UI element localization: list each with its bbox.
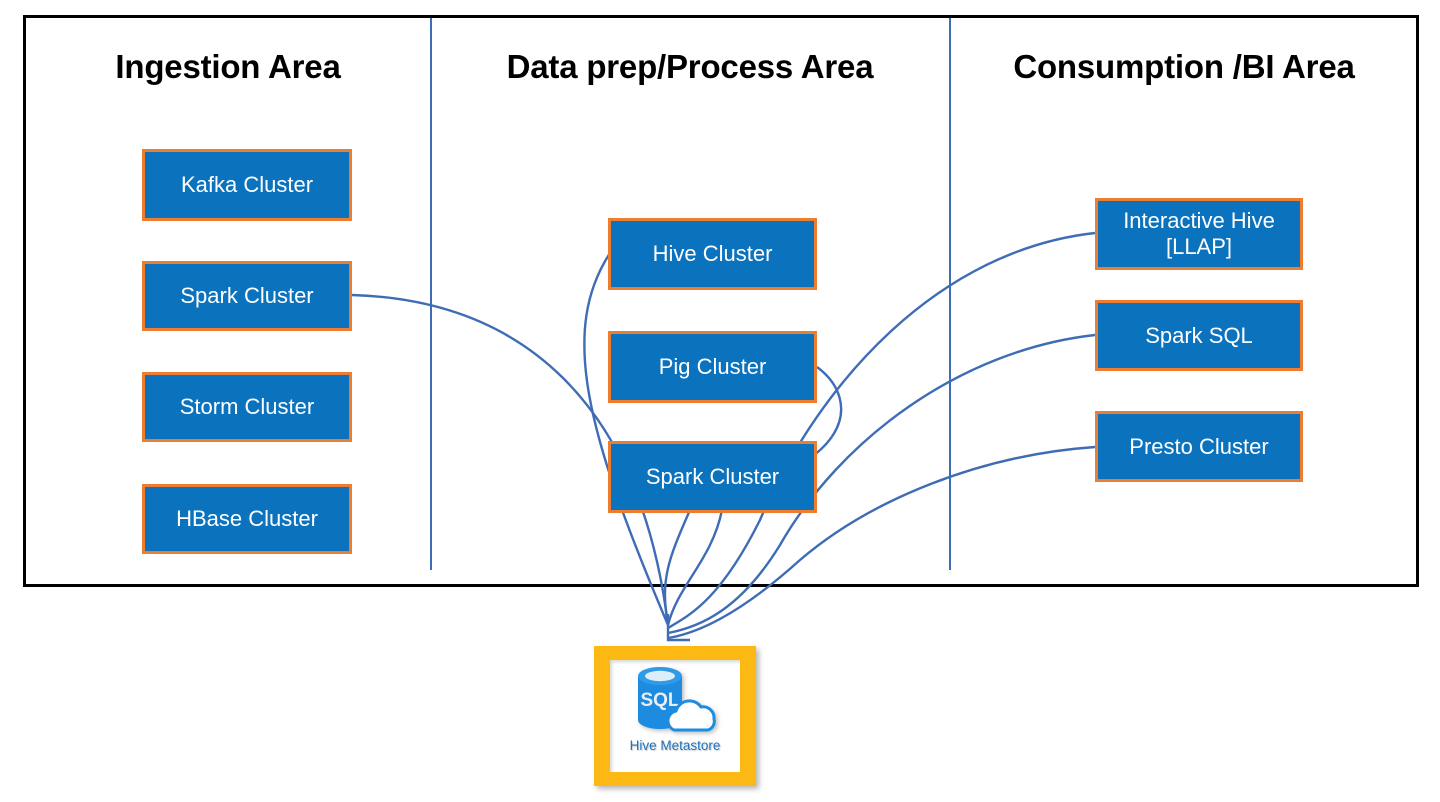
node-spark-cluster-ingestion[interactable]: Spark Cluster	[142, 261, 352, 331]
node-label: Spark SQL	[1145, 322, 1253, 348]
node-spark-cluster-dataprep[interactable]: Spark Cluster	[608, 441, 817, 513]
node-kafka-cluster[interactable]: Kafka Cluster	[142, 149, 352, 221]
wire-metastore-stub	[666, 614, 690, 642]
area-title-consumption: Consumption /BI Area	[1013, 48, 1355, 85]
diagram-canvas: Ingestion Area Data prep/Process Area Co…	[0, 0, 1440, 802]
node-interactive-hive-llap[interactable]: Interactive Hive [LLAP]	[1095, 198, 1303, 270]
metastore-tile[interactable]: SQL Hive Metastore	[594, 646, 756, 786]
node-label: HBase Cluster	[176, 506, 318, 532]
area-title-ingestion: Ingestion Area	[115, 48, 341, 85]
node-label: Presto Cluster	[1129, 433, 1269, 459]
svg-text:SQL: SQL	[640, 690, 679, 711]
node-presto-cluster[interactable]: Presto Cluster	[1095, 411, 1303, 482]
metastore-label: Hive Metastore	[629, 738, 721, 753]
node-label: Pig Cluster	[658, 354, 767, 380]
node-spark-sql[interactable]: Spark SQL	[1095, 300, 1303, 371]
node-label: Kafka Cluster	[180, 172, 314, 198]
node-hive-cluster[interactable]: Hive Cluster	[608, 218, 817, 290]
node-pig-cluster[interactable]: Pig Cluster	[608, 331, 817, 403]
area-title-dataprep: Data prep/Process Area	[506, 48, 874, 85]
node-storm-cluster[interactable]: Storm Cluster	[142, 372, 352, 442]
column-divider-1	[430, 18, 432, 570]
node-label: Spark Cluster	[180, 283, 314, 309]
node-label: Spark Cluster	[645, 464, 780, 490]
node-label: Hive Cluster	[652, 241, 773, 267]
node-label-line2: [LLAP]	[1165, 234, 1233, 259]
node-hbase-cluster[interactable]: HBase Cluster	[142, 484, 352, 554]
node-label: Storm Cluster	[179, 394, 315, 420]
node-label-line1: Interactive Hive	[1123, 208, 1275, 234]
column-divider-2	[949, 18, 951, 570]
sql-database-cloud-icon: SQL	[622, 664, 728, 738]
metastore-inner-panel: SQL Hive Metastore	[610, 660, 740, 772]
